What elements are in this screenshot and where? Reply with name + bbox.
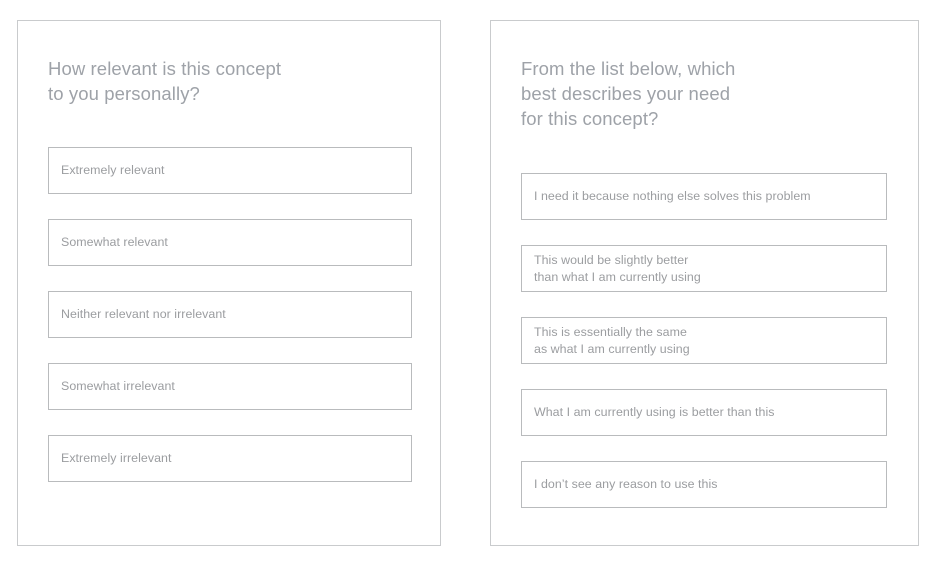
answer-option-label: Neither relevant nor irrelevant <box>61 307 226 321</box>
answer-option-neither-relevant-nor-irrelevant[interactable]: Neither relevant nor irrelevant <box>48 291 412 338</box>
answer-option-label: I don’t see any reason to use this <box>534 477 718 491</box>
question-card-relevance: How relevant is this concept to you pers… <box>17 20 441 546</box>
question-heading-relevance: How relevant is this concept to you pers… <box>48 58 282 104</box>
card-content-need: From the list below, which best describe… <box>521 21 888 545</box>
answer-option-nothing-else-solves[interactable]: I need it because nothing else solves th… <box>521 173 887 220</box>
answer-option-somewhat-irrelevant[interactable]: Somewhat irrelevant <box>48 363 412 410</box>
card-content-relevance: How relevant is this concept to you pers… <box>48 21 412 545</box>
answer-option-label: Extremely relevant <box>61 163 165 177</box>
question-card-need: From the list below, which best describe… <box>490 20 919 546</box>
question-heading-need: From the list below, which best describe… <box>521 58 736 129</box>
answer-option-label: I need it because nothing else solves th… <box>534 189 811 203</box>
answer-option-extremely-irrelevant[interactable]: Extremely irrelevant <box>48 435 412 482</box>
answer-option-label: This is essentially the same as what I a… <box>534 324 690 356</box>
answer-option-slightly-better[interactable]: This would be slightly better than what … <box>521 245 887 292</box>
survey-mockup-canvas: How relevant is this concept to you pers… <box>0 0 936 570</box>
answer-option-list-relevance: Extremely relevant Somewhat relevant Nei… <box>48 147 412 507</box>
answer-option-list-need: I need it because nothing else solves th… <box>521 173 888 533</box>
answer-option-current-is-better[interactable]: What I am currently using is better than… <box>521 389 887 436</box>
answer-option-label: Extremely irrelevant <box>61 451 172 465</box>
answer-option-label: This would be slightly better than what … <box>534 252 701 284</box>
answer-option-label: Somewhat irrelevant <box>61 379 175 393</box>
answer-option-no-reason-to-use[interactable]: I don’t see any reason to use this <box>521 461 887 508</box>
answer-option-essentially-the-same[interactable]: This is essentially the same as what I a… <box>521 317 887 364</box>
answer-option-label: Somewhat relevant <box>61 235 168 249</box>
answer-option-extremely-relevant[interactable]: Extremely relevant <box>48 147 412 194</box>
answer-option-somewhat-relevant[interactable]: Somewhat relevant <box>48 219 412 266</box>
answer-option-label: What I am currently using is better than… <box>534 405 775 419</box>
